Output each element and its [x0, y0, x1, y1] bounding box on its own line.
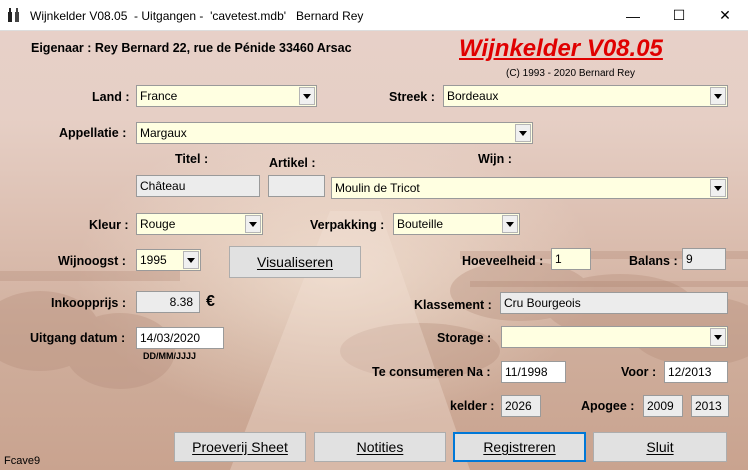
chevron-down-icon[interactable]: [710, 179, 726, 197]
appellatie-select[interactable]: Margaux: [136, 122, 533, 144]
registreren-label: Registreren: [483, 439, 556, 455]
wijnoogst-select[interactable]: 1995: [136, 249, 201, 271]
voor-field[interactable]: 12/2013: [664, 361, 728, 383]
uitgang-datum-label: Uitgang datum :: [30, 331, 126, 345]
kleur-label: Kleur :: [89, 218, 129, 232]
land-value: France: [140, 89, 178, 103]
hoeveelheid-label: Hoeveelheid :: [462, 254, 544, 268]
maximize-icon: ☐: [672, 7, 686, 23]
apogee-to-field: 2013: [691, 395, 729, 417]
klassement-label: Klassement :: [414, 298, 492, 312]
artikel-field[interactable]: [268, 175, 325, 197]
notities-button[interactable]: Notities: [314, 432, 446, 462]
appellatie-value: Margaux: [140, 126, 187, 140]
chevron-down-icon[interactable]: [245, 215, 261, 233]
storage-label: Storage :: [437, 331, 492, 345]
inkoopprijs-field[interactable]: 8.38: [136, 291, 200, 313]
chevron-down-icon[interactable]: [299, 87, 315, 105]
balans-label: Balans :: [629, 254, 678, 268]
title-bar: Wijnkelder V08.05 - Uitgangen - 'cavetes…: [0, 0, 748, 31]
voor-label: Voor :: [621, 365, 657, 379]
visualiseren-label: Visualiseren: [256, 254, 333, 270]
chevron-down-icon[interactable]: [710, 328, 726, 346]
consumeren-label: Te consumeren Na :: [372, 365, 491, 379]
titel-label: Titel :: [175, 152, 209, 166]
inkoopprijs-label: Inkoopprijs :: [51, 296, 126, 310]
uitgang-datum-field[interactable]: 14/03/2020: [136, 327, 224, 349]
wine-bottle-icon: [8, 8, 19, 22]
chevron-down-icon[interactable]: [183, 251, 199, 269]
chevron-down-icon[interactable]: [502, 215, 518, 233]
close-button[interactable]: ✕: [702, 0, 748, 31]
close-icon: ✕: [719, 7, 731, 23]
visualiseren-button[interactable]: Visualiseren: [229, 246, 361, 278]
artikel-label: Artikel :: [269, 156, 316, 170]
apogee-label: Apogee :: [581, 399, 635, 413]
minimize-icon: —: [626, 7, 640, 24]
streek-value: Bordeaux: [447, 89, 499, 103]
wijnoogst-label: Wijnoogst :: [58, 254, 126, 268]
registreren-button[interactable]: Registreren: [453, 432, 586, 462]
maximize-button[interactable]: ☐: [656, 0, 702, 31]
balans-field: 9: [682, 248, 726, 270]
sluit-button[interactable]: Sluit: [593, 432, 727, 462]
chevron-down-icon[interactable]: [515, 124, 531, 142]
window-title: Wijnkelder V08.05 - Uitgangen - 'cavetes…: [30, 9, 364, 23]
kleur-select[interactable]: Rouge: [136, 213, 263, 235]
kelder-field: 2026: [501, 395, 541, 417]
land-select[interactable]: France: [136, 85, 317, 107]
proeverij-sheet-button[interactable]: Proeverij Sheet: [174, 432, 306, 462]
owner-label: Eigenaar : Rey Bernard 22, rue de Pénide…: [31, 41, 352, 55]
appellatie-label: Appellatie :: [59, 126, 127, 140]
verpakking-label: Verpakking :: [310, 218, 385, 232]
form-name-status: Fcave9: [4, 455, 41, 467]
brand-title: Wijnkelder V08.05: [459, 35, 663, 62]
apogee-from-field: 2009: [643, 395, 683, 417]
form-client-area: Eigenaar : Rey Bernard 22, rue de Pénide…: [0, 31, 748, 470]
verpakking-value: Bouteille: [397, 217, 444, 231]
consumeren-field[interactable]: 11/1998: [501, 361, 566, 383]
hoeveelheid-field[interactable]: 1: [551, 248, 591, 270]
streek-label: Streek :: [389, 90, 435, 104]
klassement-field[interactable]: Cru Bourgeois: [500, 292, 728, 314]
date-format-hint: DD/MM/JJJJ: [143, 351, 197, 361]
wijn-label: Wijn :: [478, 152, 512, 166]
copyright-text: (C) 1993 - 2020 Bernard Rey: [506, 68, 635, 79]
notities-label: Notities: [356, 439, 404, 455]
kleur-value: Rouge: [140, 217, 176, 231]
titel-field[interactable]: Château: [136, 175, 260, 197]
wijn-value: Moulin de Tricot: [335, 181, 420, 195]
proeverij-label: Proeverij Sheet: [192, 439, 288, 455]
wijnoogst-value: 1995: [140, 253, 167, 267]
verpakking-select[interactable]: Bouteille: [393, 213, 520, 235]
euro-symbol: €: [206, 293, 215, 310]
chevron-down-icon[interactable]: [710, 87, 726, 105]
streek-select[interactable]: Bordeaux: [443, 85, 728, 107]
storage-select[interactable]: [501, 326, 728, 348]
wijn-select[interactable]: Moulin de Tricot: [331, 177, 728, 199]
sluit-label: Sluit: [646, 439, 674, 455]
land-label: Land :: [92, 90, 130, 104]
kelder-label: kelder :: [450, 399, 495, 413]
minimize-button[interactable]: —: [610, 0, 656, 31]
